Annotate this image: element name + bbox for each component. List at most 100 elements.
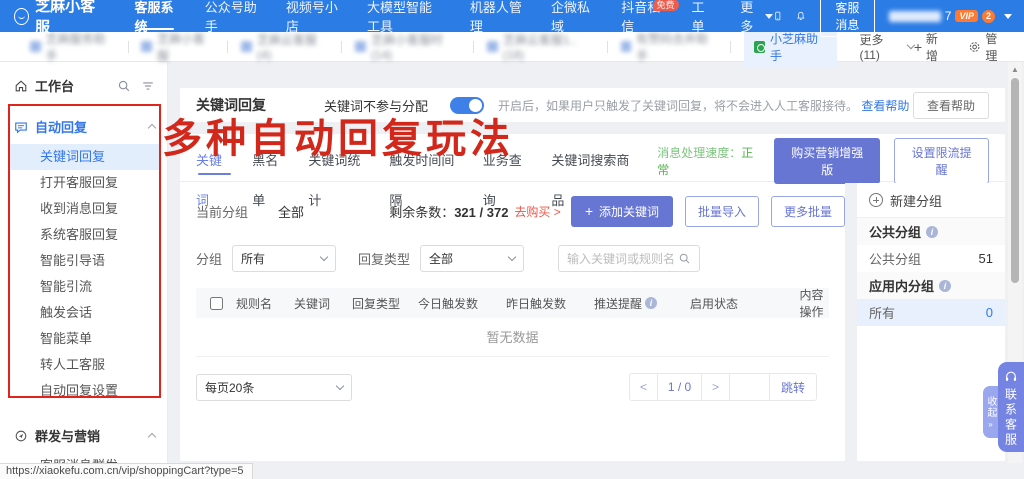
- group-count: 0: [986, 305, 993, 320]
- column-keyword: 关键词: [294, 295, 352, 312]
- sidebar-item-trigger-session[interactable]: 触发会话: [10, 300, 161, 326]
- contact-support-widget[interactable]: 联系客服: [998, 362, 1024, 452]
- brand[interactable]: 芝麻小客服: [14, 0, 101, 37]
- brand-logo-icon: [14, 8, 29, 25]
- reply-type-filter-select[interactable]: 全部: [420, 245, 524, 272]
- filter-list-icon[interactable]: [141, 79, 155, 93]
- view-help-button[interactable]: 查看帮助: [913, 92, 989, 119]
- group-filter-value: 所有: [241, 250, 265, 267]
- collapse-widget-button[interactable]: 收起 »: [983, 386, 998, 438]
- top-nav: 芝麻小客服 客服系统 公众号助手 视频号小店 大模型智能工具 机器人管理 企微私…: [0, 0, 1024, 32]
- nav-item-ticket[interactable]: 工单: [692, 0, 714, 32]
- rate-limit-alert-button[interactable]: 设置限流提醒: [894, 138, 989, 184]
- go-buy-link[interactable]: 去购买 >: [514, 203, 560, 220]
- sidebar-item-open-service-reply[interactable]: 打开客服回复: [10, 170, 161, 196]
- column-reply-type: 回复类型: [352, 295, 418, 312]
- service-message-button[interactable]: 客服消息: [820, 0, 875, 37]
- next-page-button[interactable]: >: [702, 374, 730, 400]
- scrollbar-up-arrow[interactable]: ▲: [1008, 62, 1022, 76]
- sidebar-item-auto-reply-settings[interactable]: 自动回复设置: [10, 378, 161, 404]
- group-filter-select[interactable]: 所有: [232, 245, 336, 272]
- info-icon[interactable]: i: [645, 297, 657, 309]
- tab-business-query[interactable]: 业务查询: [483, 141, 533, 181]
- batch-import-button[interactable]: 批量导入: [685, 196, 759, 227]
- separator: [341, 41, 342, 53]
- prev-page-button[interactable]: <: [630, 374, 658, 400]
- section-title: 公共分组: [869, 222, 921, 241]
- workspace-tab-blurred-5[interactable]: 芝麻云客服1..(18): [487, 31, 593, 62]
- sidebar-group-label: 自动回复: [35, 117, 87, 136]
- column-push-alert: 推送提醒 i: [594, 295, 690, 312]
- search-icon[interactable]: [117, 79, 131, 93]
- sidebar-item-smart-menu[interactable]: 智能菜单: [10, 326, 161, 352]
- panel-gap: [845, 183, 857, 461]
- workspace-tab-blurred-3[interactable]: 芝麻云客服(4): [241, 31, 328, 62]
- hint-help-link[interactable]: 查看帮助: [861, 99, 909, 113]
- keyword-distribution-toggle[interactable]: [450, 97, 484, 114]
- nav-item-douyin-dm[interactable]: 抖音私信 免费: [621, 0, 664, 32]
- keyword-search-input[interactable]: [567, 252, 678, 266]
- page-jump-button[interactable]: 跳转: [770, 374, 816, 400]
- workspace-title: 工作台: [35, 76, 74, 95]
- bell-icon[interactable]: [796, 8, 806, 24]
- sidebar-item-to-human-agent[interactable]: 转人工客服: [10, 352, 161, 378]
- table-column: 当前分组 全部 剩余条数：321 / 372 去购买 > 添加关键词 批量导入 …: [180, 182, 845, 461]
- sidebar-item-received-message-reply[interactable]: 收到消息回复: [10, 196, 161, 222]
- select-all-checkbox[interactable]: [210, 297, 223, 310]
- remaining-value: 321 / 372: [454, 205, 508, 220]
- group-row-public[interactable]: 公共分组 51: [857, 245, 1005, 272]
- top-nav-menu: 客服系统 公众号助手 视频号小店 大模型智能工具 机器人管理 企微私域 抖音私信…: [135, 0, 773, 32]
- search-icon[interactable]: [678, 252, 691, 265]
- new-group-button[interactable]: 新建分组: [857, 183, 1005, 218]
- nav-item-wecom[interactable]: 企微私域: [551, 0, 594, 32]
- sidebar-item-smart-traffic[interactable]: 智能引流: [10, 274, 161, 300]
- home-icon: [14, 79, 28, 93]
- add-keyword-label: 添加关键词: [599, 203, 659, 220]
- tab-keyword[interactable]: 关键词: [196, 141, 233, 181]
- page-info: 1 / 0: [658, 374, 702, 400]
- keyword-search-box: [558, 245, 700, 272]
- info-icon[interactable]: i: [926, 226, 938, 238]
- nav-item-video-shop[interactable]: 视频号小店: [286, 0, 340, 32]
- group-name: 公共分组: [869, 249, 921, 268]
- caret-down-icon: [765, 14, 773, 19]
- sidebar-item-smart-guide[interactable]: 智能引导语: [10, 248, 161, 274]
- nav-item-llm-tools[interactable]: 大模型智能工具: [367, 0, 443, 32]
- workspace-icon: [621, 41, 632, 52]
- tab-keyword-stats[interactable]: 关键词统计: [308, 141, 370, 181]
- info-icon[interactable]: i: [939, 280, 951, 292]
- scrollbar-thumb[interactable]: [1011, 78, 1019, 283]
- nav-item-service-system[interactable]: 客服系统: [135, 0, 178, 32]
- chevron-up-icon: [148, 433, 156, 441]
- tab-keyword-search-product[interactable]: 关键词搜索商品: [551, 141, 638, 181]
- column-rule-name: 规则名: [236, 295, 294, 312]
- nav-item-robot-manage[interactable]: 机器人管理: [470, 0, 524, 32]
- separator: [128, 41, 129, 53]
- nav-item-official-account[interactable]: 公众号助手: [205, 0, 259, 32]
- page-jump-input[interactable]: [730, 374, 769, 400]
- tab-trigger-interval[interactable]: 触发时间间隔: [389, 141, 463, 181]
- workspace-tab-blurred-4[interactable]: 芝麻小客服时(14): [355, 31, 460, 62]
- circle-plus-icon: [869, 193, 883, 207]
- user-menu[interactable]: 7 VIP 2: [889, 9, 1012, 23]
- chevron-up-icon: [148, 124, 156, 132]
- contact-support-label: 联系客服: [1003, 388, 1020, 448]
- mobile-icon[interactable]: [773, 8, 783, 24]
- current-group-value[interactable]: 全部: [278, 202, 304, 221]
- tab-blacklist[interactable]: 黑名单: [252, 141, 289, 181]
- sidebar-item-keyword-reply[interactable]: 关键词回复: [10, 144, 161, 170]
- chevron-down-icon: [336, 381, 344, 389]
- sidebar-group-marketing[interactable]: 群发与营销: [0, 418, 167, 453]
- add-keyword-button[interactable]: 添加关键词: [571, 196, 673, 227]
- page-size-select[interactable]: 每页20条: [196, 374, 352, 401]
- chat-bubble-icon: [14, 120, 28, 134]
- column-push-alert-label: 推送提醒: [594, 295, 642, 312]
- public-groups-section-header: 公共分组 i: [857, 218, 1005, 245]
- sidebar-group-auto-reply[interactable]: 自动回复: [0, 109, 167, 144]
- group-row-all[interactable]: 所有 0: [857, 299, 1005, 326]
- more-batch-button[interactable]: 更多批量: [771, 196, 845, 227]
- buy-marketing-button[interactable]: 购买营销增强版: [774, 138, 880, 184]
- workspace-icon: [30, 41, 41, 52]
- nav-item-more[interactable]: 更多: [740, 0, 772, 32]
- sidebar-item-system-service-reply[interactable]: 系统客服回复: [10, 222, 161, 248]
